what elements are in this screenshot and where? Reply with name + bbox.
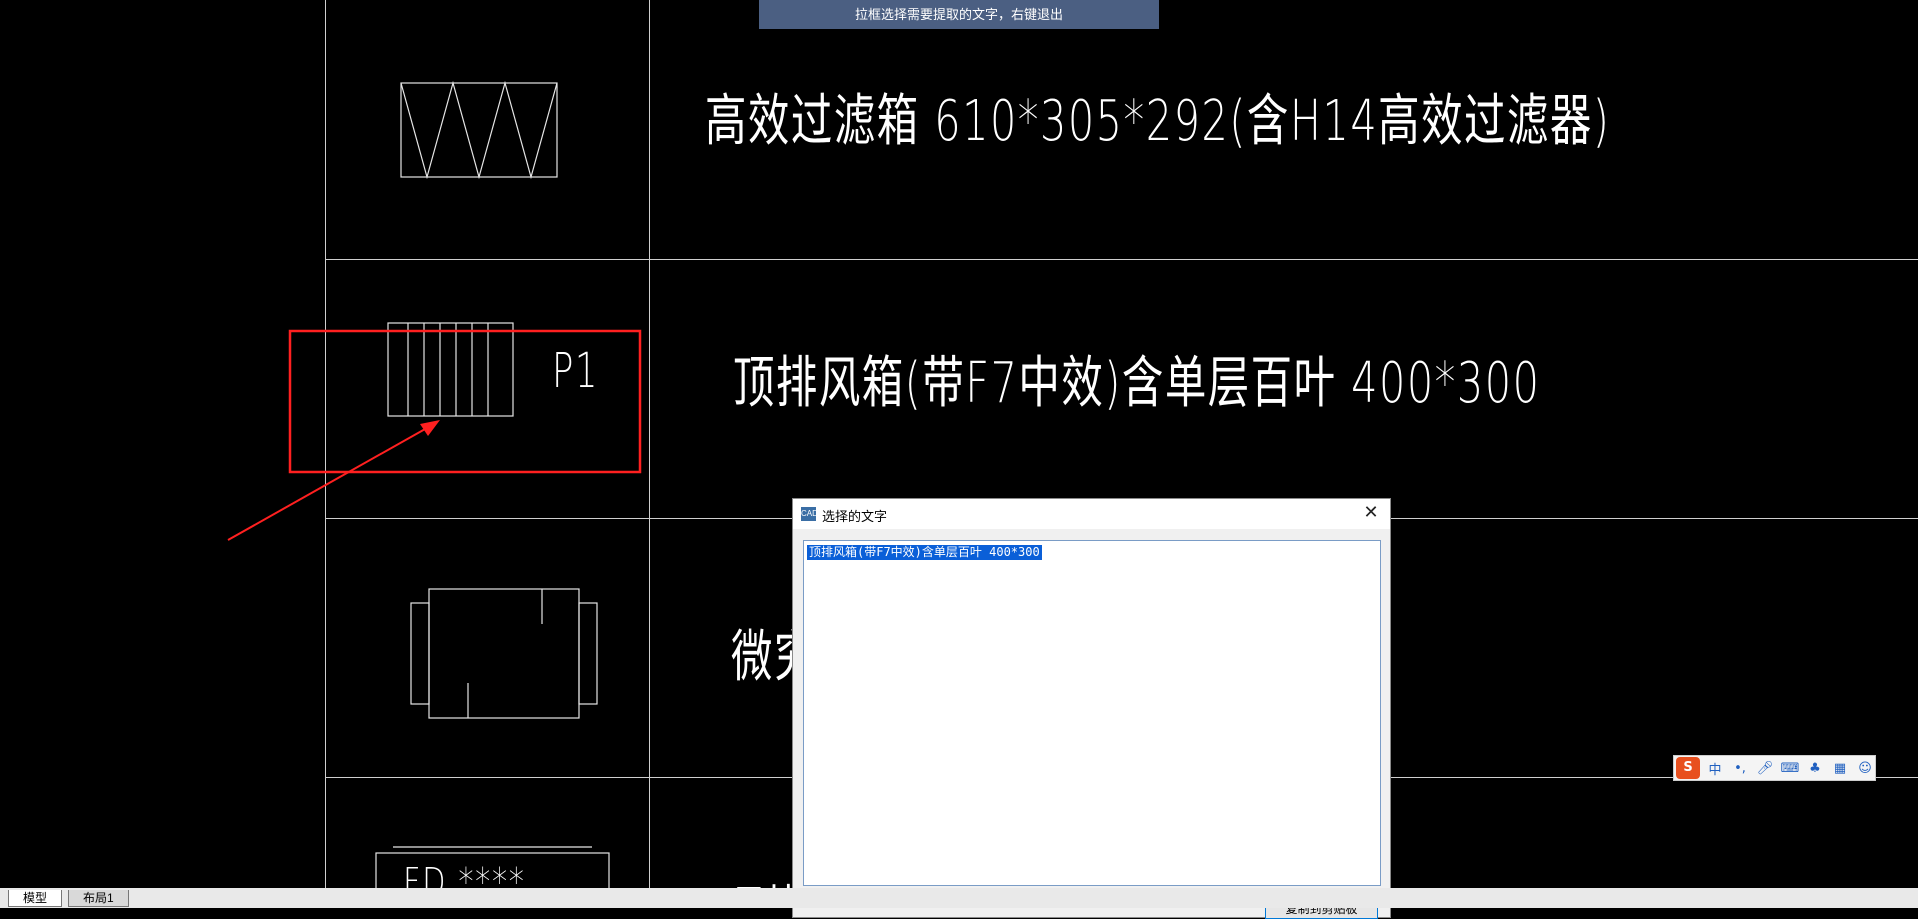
close-icon[interactable]: ✕ (1360, 502, 1382, 523)
filter-symbol (400, 80, 558, 180)
selected-text-highlight: 顶排风箱(带F7中效)含单层百叶 400*300 (807, 545, 1042, 560)
row1-description: 高效过滤箱 610*305*292(含H14高效过滤器) (705, 89, 1611, 154)
punctuation-icon[interactable]: •, (1730, 761, 1750, 776)
unit-symbol (410, 588, 598, 719)
dialog-titlebar[interactable]: CAD 选择的文字 ✕ (793, 499, 1390, 529)
sogou-logo-icon[interactable]: S (1676, 757, 1700, 779)
keyboard-icon[interactable]: ⌨︎ (1780, 761, 1800, 776)
avatar-icon[interactable]: ☺︎ (1855, 761, 1875, 776)
apps-grid-icon[interactable]: ▦ (1830, 761, 1850, 776)
ime-toolbar: S 中 •, 🎤︎ ⌨︎ ♣︎ ▦ ☺︎ (1673, 755, 1876, 781)
row4-symbol-text: FD **** (403, 860, 526, 888)
ime-mode-toggle[interactable]: 中 (1705, 759, 1725, 778)
dialog-title: 选择的文字 (822, 509, 888, 524)
tab-layout1[interactable]: 布局1 (68, 890, 129, 907)
tab-model[interactable]: 模型 (8, 890, 63, 907)
command-prompt-bar: 拉框选择需要提取的文字，右键退出 (759, 0, 1159, 29)
selected-text-area[interactable] (803, 540, 1381, 886)
app-icon: CAD (801, 507, 818, 521)
selected-text-dialog: CAD 选择的文字 ✕ 顶排风箱(带F7中效)含单层百叶 400*300 复制到… (792, 498, 1391, 919)
skin-icon[interactable]: ♣︎ (1805, 761, 1825, 776)
row2-description: 顶排风箱(带F7中效)含单层百叶 400*300 (733, 351, 1541, 416)
layout-tab-bar: 模型 布局1 (0, 888, 1918, 908)
row2-label: P1 (552, 343, 599, 399)
fan-box-symbol (387, 322, 514, 417)
microphone-icon[interactable]: 🎤︎ (1755, 761, 1775, 776)
